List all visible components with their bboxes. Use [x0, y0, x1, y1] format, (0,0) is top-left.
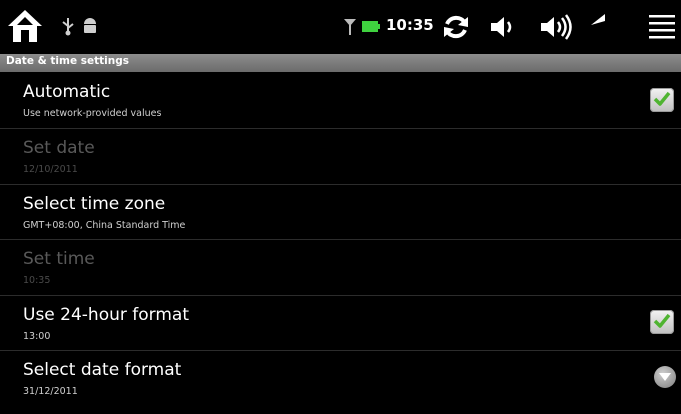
- refresh-icon[interactable]: [441, 12, 471, 42]
- setting-summary: Use network-provided values: [23, 108, 162, 119]
- home-icon[interactable]: [6, 8, 44, 44]
- status-clock: 10:35: [386, 16, 434, 34]
- chevron-down-icon: [659, 373, 671, 381]
- setting-title: Select time zone: [23, 194, 166, 214]
- setting-summary: 12/10/2011: [23, 164, 78, 175]
- checkmark-icon: [653, 313, 671, 328]
- checkmark-icon: [653, 91, 671, 106]
- android-debug-icon: [84, 18, 96, 33]
- setting-summary: 10:35: [23, 275, 51, 286]
- setting-summary: 31/12/2011: [23, 386, 78, 397]
- dropdown-arrow-icon[interactable]: [654, 366, 676, 388]
- setting-summary: GMT+08:00, China Standard Time: [23, 220, 186, 231]
- setting-set-date: Set date 12/10/2011: [0, 129, 681, 184]
- section-title: Date & time settings: [6, 55, 129, 67]
- setting-time-zone[interactable]: Select time zone GMT+08:00, China Standa…: [0, 185, 681, 240]
- volume-down-icon[interactable]: [488, 13, 518, 41]
- setting-summary: 13:00: [23, 331, 51, 342]
- usb-icon: [62, 18, 74, 36]
- battery-icon: [362, 21, 380, 32]
- setting-title: Use 24-hour format: [23, 305, 189, 325]
- menu-icon[interactable]: [647, 12, 677, 42]
- back-icon[interactable]: [589, 12, 631, 42]
- setting-title: Automatic: [23, 82, 111, 102]
- status-bar: 10:35: [0, 0, 681, 54]
- setting-title: Select date format: [23, 360, 182, 380]
- automatic-checkbox[interactable]: [650, 88, 674, 112]
- setting-set-time: Set time 10:35: [0, 240, 681, 295]
- setting-automatic[interactable]: Automatic Use network-provided values: [0, 73, 681, 128]
- 24-hour-checkbox[interactable]: [650, 310, 674, 334]
- setting-date-format[interactable]: Select date format 31/12/2011: [0, 351, 681, 406]
- section-header: Date & time settings: [0, 54, 681, 72]
- signal-icon: [344, 19, 356, 35]
- setting-24-hour-format[interactable]: Use 24-hour format 13:00: [0, 296, 681, 351]
- volume-up-icon[interactable]: [538, 12, 576, 42]
- setting-title: Set time: [23, 249, 95, 269]
- android-screen: 10:35 Date & time settings Automatic Use…: [0, 0, 681, 414]
- setting-title: Set date: [23, 138, 95, 158]
